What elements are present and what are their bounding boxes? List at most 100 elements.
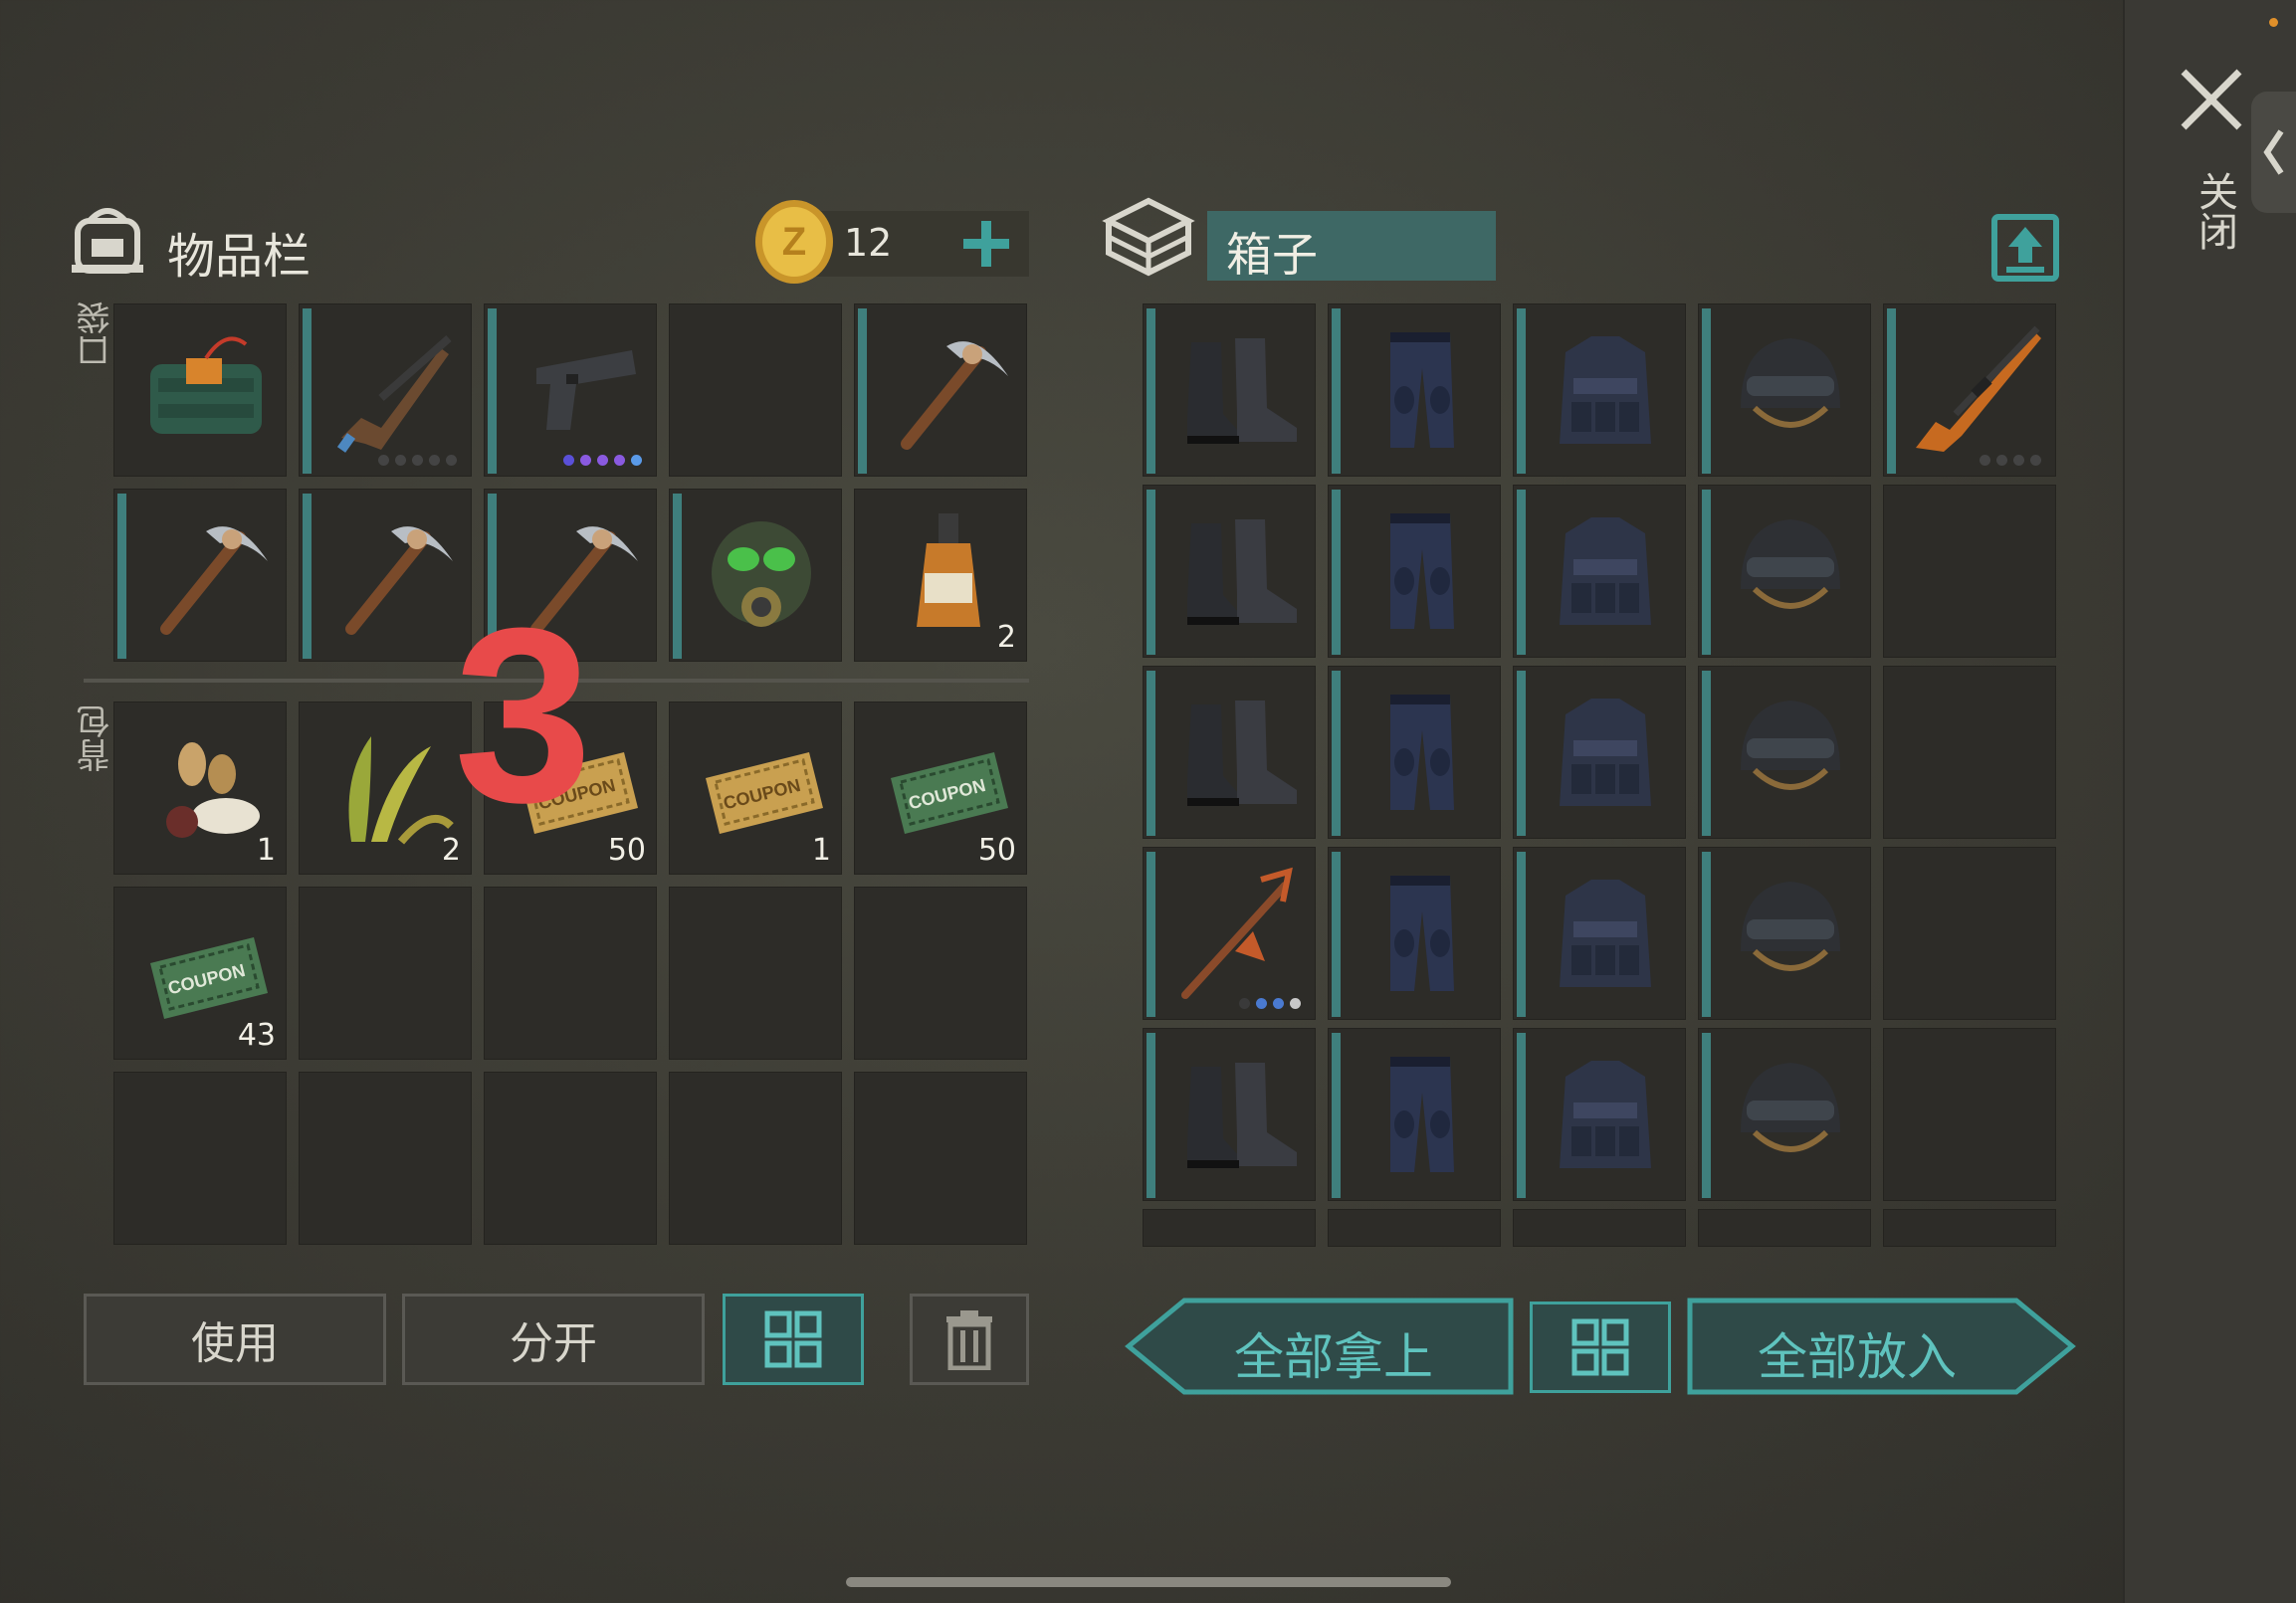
durability-bar: [1702, 1033, 1711, 1198]
rarity-dots: [1980, 455, 2041, 466]
police-vest-icon: [1560, 699, 1651, 806]
durability-bar: [858, 308, 867, 474]
pocket-slot[interactable]: [113, 303, 287, 477]
take-all-button[interactable]: 全部拿上: [1125, 1298, 1515, 1395]
backpack-slot[interactable]: [669, 887, 842, 1060]
backpack-slot[interactable]: 2: [299, 701, 472, 875]
survival-kit-coupon-icon: COUPON: [706, 752, 823, 834]
box-slot[interactable]: [1143, 303, 1316, 477]
police-vest-icon: [1560, 880, 1651, 987]
box-slot[interactable]: [1143, 847, 1316, 1020]
backpack-slot[interactable]: COUPON 1: [669, 701, 842, 875]
helmet-icon: [1741, 519, 1840, 609]
item-quantity: 1: [256, 833, 276, 868]
helmet-icon: [1741, 882, 1840, 971]
backpack-slot[interactable]: 1: [113, 701, 287, 875]
box-slot[interactable]: [1698, 666, 1871, 839]
export-button[interactable]: [1990, 213, 2060, 283]
pocket-slot[interactable]: [669, 303, 842, 477]
overlay-number: 3: [454, 576, 593, 854]
pocket-slot[interactable]: [484, 303, 657, 477]
box-slot[interactable]: [1698, 1028, 1871, 1201]
box-slot[interactable]: [1513, 666, 1686, 839]
pocket-slot[interactable]: [854, 303, 1027, 477]
box-slot[interactable]: [1513, 1209, 1686, 1247]
box-slot[interactable]: [1698, 485, 1871, 658]
close-icon: [2181, 69, 2242, 130]
side-drawer-tab[interactable]: [2251, 92, 2296, 213]
box-slot[interactable]: [1143, 666, 1316, 839]
home-indicator[interactable]: [846, 1577, 1451, 1587]
rarity-dots: [1239, 998, 1301, 1009]
backpack-slot[interactable]: [484, 1072, 657, 1245]
use-button[interactable]: 使用: [84, 1294, 386, 1385]
gas-mask-icon: [712, 521, 811, 627]
durability-bar: [1147, 852, 1155, 1017]
backpack-slot[interactable]: [299, 1072, 472, 1245]
box-slot[interactable]: [1328, 847, 1501, 1020]
durability-bar: [1517, 671, 1526, 836]
inventory-title: 物品栏: [167, 229, 312, 285]
c4-explosive-icon: [150, 336, 262, 434]
rarity-dots: [563, 455, 642, 466]
durability-bar: [1702, 671, 1711, 836]
durability-bar: [1702, 490, 1711, 655]
box-slot[interactable]: [1883, 1209, 2056, 1247]
pocket-slot[interactable]: [669, 489, 842, 662]
pocket-slot[interactable]: [299, 303, 472, 477]
sniper-rifle-icon: [1916, 325, 2041, 452]
box-slot[interactable]: [1883, 485, 2056, 658]
put-all-label: 全部放入: [1758, 1328, 1957, 1386]
sort-box-button[interactable]: [1530, 1302, 1671, 1393]
plus-icon: [963, 221, 1009, 267]
durability-bar: [1147, 1033, 1155, 1198]
box-slot[interactable]: [1698, 847, 1871, 1020]
box-slot[interactable]: [1328, 666, 1501, 839]
backpack-slot[interactable]: [113, 1072, 287, 1245]
pants-icon: [1390, 876, 1454, 991]
backpack-slot[interactable]: COUPON 43: [113, 887, 287, 1060]
box-slot[interactable]: [1143, 485, 1316, 658]
box-slot[interactable]: [1883, 1028, 2056, 1201]
box-slot[interactable]: [1883, 666, 2056, 839]
box-slot[interactable]: [1328, 485, 1501, 658]
box-slot[interactable]: [1513, 847, 1686, 1020]
close-button[interactable]: [2178, 66, 2245, 133]
durability-bar: [673, 494, 682, 659]
box-slot[interactable]: [1513, 1028, 1686, 1201]
box-slot[interactable]: [1328, 303, 1501, 477]
pickaxe-icon: [345, 526, 453, 635]
box-slot[interactable]: [1698, 303, 1871, 477]
durability-bar: [1517, 852, 1526, 1017]
box-slot[interactable]: [1328, 1028, 1501, 1201]
chevron-left-icon: [2263, 129, 2284, 175]
pickaxe-icon: [160, 526, 268, 635]
backpack-slot[interactable]: [299, 887, 472, 1060]
sort-inventory-button[interactable]: [723, 1294, 864, 1385]
backpack-slot[interactable]: [854, 1072, 1027, 1245]
pocket-slot[interactable]: 2: [854, 489, 1027, 662]
put-all-button[interactable]: 全部放入: [1686, 1298, 2076, 1395]
pocket-slot[interactable]: [113, 489, 287, 662]
box-slot[interactable]: [1883, 303, 2056, 477]
svg-text:Z: Z: [782, 220, 806, 264]
box-slot[interactable]: [1143, 1209, 1316, 1247]
box-slot[interactable]: [1513, 303, 1686, 477]
discard-button[interactable]: [910, 1294, 1029, 1385]
box-slot[interactable]: [1328, 1209, 1501, 1247]
box-slot[interactable]: [1698, 1209, 1871, 1247]
backpack-slot[interactable]: COUPON 50: [854, 701, 1027, 875]
backpack-slot[interactable]: [854, 887, 1027, 1060]
backpack-slot[interactable]: [484, 887, 657, 1060]
backpack-slot[interactable]: [669, 1072, 842, 1245]
pocket-slot[interactable]: [299, 489, 472, 662]
item-quantity: 43: [237, 1018, 276, 1053]
trash-icon: [946, 1310, 992, 1370]
pants-icon: [1390, 513, 1454, 629]
box-slot[interactable]: [1513, 485, 1686, 658]
box-slot[interactable]: [1143, 1028, 1316, 1201]
split-button[interactable]: 分开: [402, 1294, 705, 1385]
add-coins-button[interactable]: [953, 211, 1019, 277]
box-slot[interactable]: [1883, 847, 2056, 1020]
item-quantity: 50: [607, 833, 646, 868]
